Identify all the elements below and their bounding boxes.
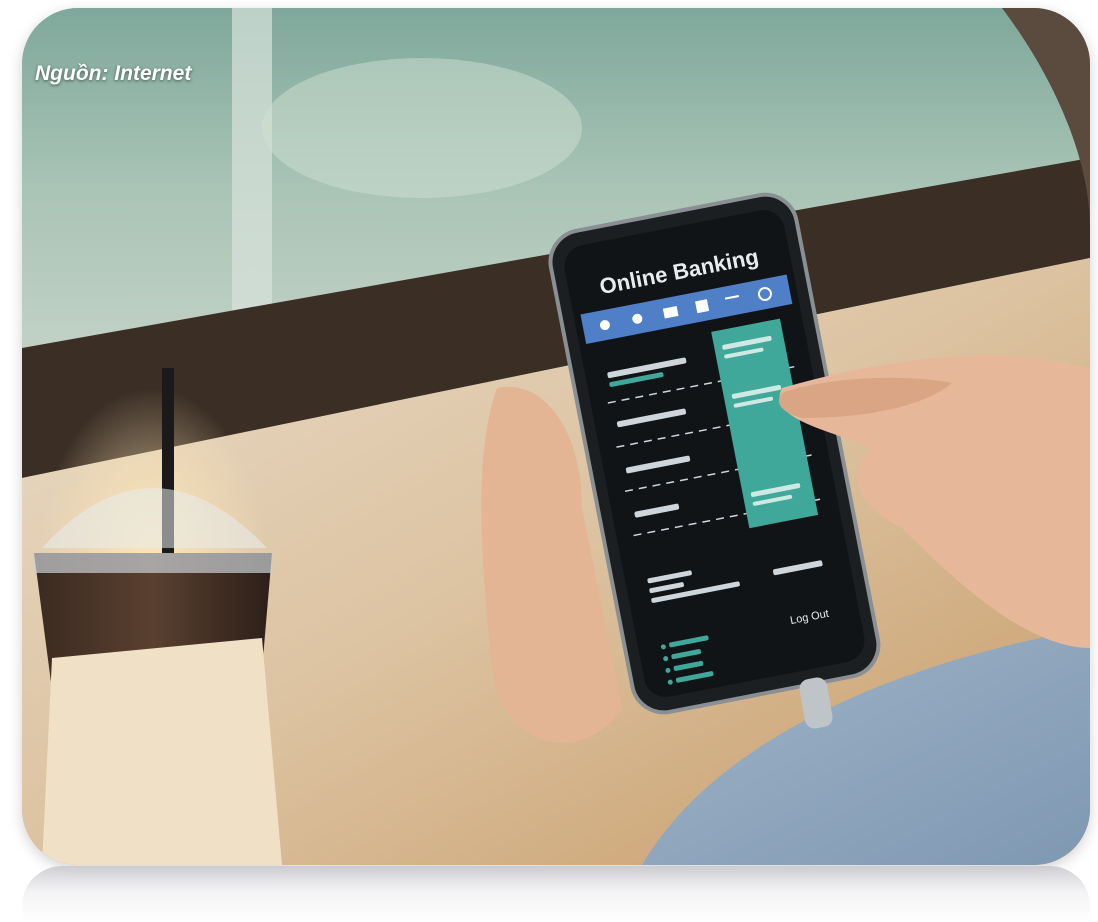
window-pillar — [232, 8, 272, 338]
background-blur — [262, 58, 582, 198]
cup-rim — [34, 553, 272, 573]
image-stage: Online Banking Log Out Nguồn: Internet — [0, 0, 1098, 922]
home-icon[interactable] — [695, 299, 710, 314]
image-source-caption: Nguồn: Internet — [35, 62, 192, 85]
photo-scene: Online Banking Log Out — [22, 8, 1090, 865]
photo-reflection — [22, 866, 1090, 922]
photo: Online Banking Log Out Nguồn: Internet — [22, 8, 1090, 865]
cup-sleeve — [42, 638, 282, 865]
